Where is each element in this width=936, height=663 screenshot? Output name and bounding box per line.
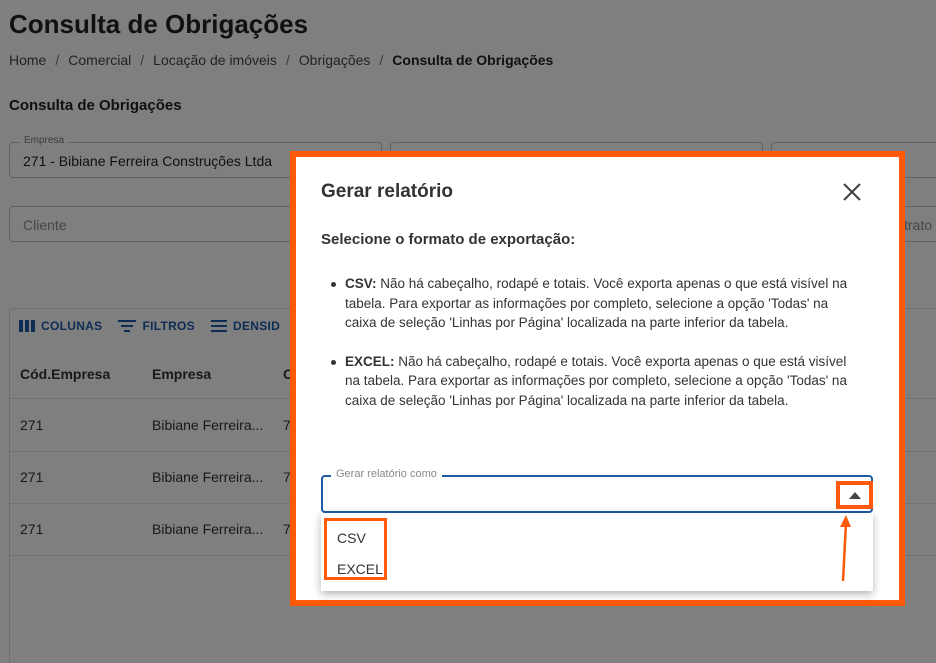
option-excel[interactable]: EXCEL xyxy=(337,561,383,577)
option-csv[interactable]: CSV xyxy=(337,530,366,546)
caret-up-icon xyxy=(848,491,861,499)
annotation-arrow-icon xyxy=(840,515,851,582)
excel-text: Não há cabeçalho, rodapé e totais. Você … xyxy=(345,353,847,408)
close-button[interactable] xyxy=(841,181,863,203)
dialog-subtitle: Selecione o formato de exportação: xyxy=(321,231,576,248)
excel-description: EXCEL: Não há cabeçalho, rodapé e totais… xyxy=(321,352,851,411)
export-format-select[interactable]: Gerar relatório como xyxy=(321,468,873,513)
dropdown-toggle[interactable] xyxy=(836,481,873,509)
format-options-list: CSV EXCEL xyxy=(321,513,873,591)
report-dialog: Gerar relatório Selecione o formato de e… xyxy=(296,157,899,600)
csv-label: CSV: xyxy=(345,276,377,291)
csv-description: CSV: Não há cabeçalho, rodapé e totais. … xyxy=(321,274,851,333)
select-label: Gerar relatório como xyxy=(331,468,442,480)
csv-text: Não há cabeçalho, rodapé e totais. Você … xyxy=(345,276,848,330)
format-descriptions: CSV: Não há cabeçalho, rodapé e totais. … xyxy=(321,274,851,429)
excel-label: EXCEL: xyxy=(345,353,395,369)
close-icon xyxy=(843,183,861,201)
dialog-title: Gerar relatório xyxy=(321,181,453,202)
